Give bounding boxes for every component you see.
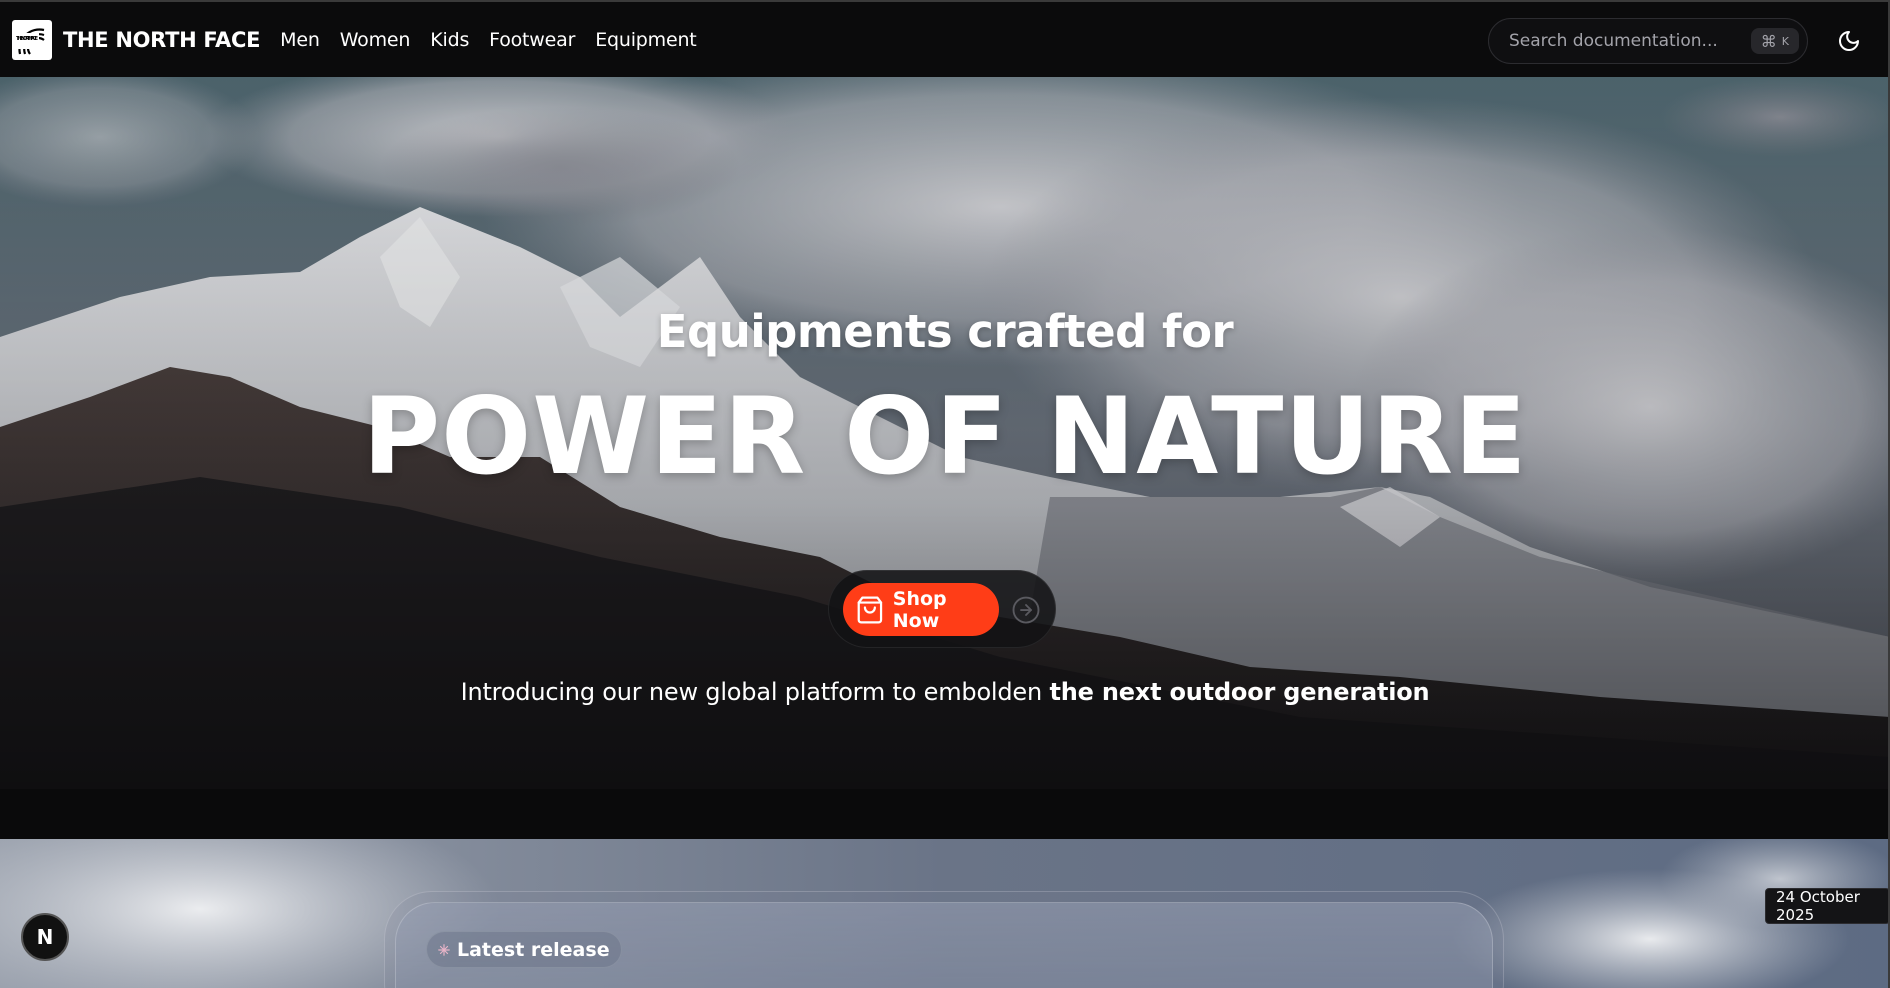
nav-link-men[interactable]: Men (280, 29, 320, 51)
arrow-right-circle-icon (1012, 596, 1040, 624)
next-badge-letter: N (36, 925, 54, 949)
brand-name: THE NORTH FACE (63, 27, 261, 52)
nav-link-kids[interactable]: Kids (430, 29, 469, 51)
tagline-text: Introducing our new global platform to e… (460, 678, 1050, 706)
nav-link-equipment[interactable]: Equipment (595, 29, 697, 51)
hero-subtitle: Equipments crafted for (656, 305, 1234, 358)
tagline-emphasis: the next outdoor generation (1049, 678, 1430, 706)
cta-group: Shop Now (828, 570, 1056, 648)
theme-toggle-button[interactable] (1834, 26, 1864, 56)
shop-now-button[interactable]: Shop Now (843, 583, 999, 636)
shop-now-label: Shop Now (892, 587, 947, 632)
release-section: Latest release (0, 839, 1890, 988)
sparkle-icon (438, 943, 450, 956)
latest-release-badge[interactable]: Latest release (426, 931, 622, 968)
nav-link-women[interactable]: Women (340, 29, 411, 51)
command-key-icon: ⌘ (1760, 31, 1777, 51)
section-divider (0, 789, 1890, 839)
top-navbar: THE NORTH FACE THE NORTH FACE Men Women … (0, 0, 1890, 77)
hero-title: POWER OF NATURE (362, 375, 1528, 498)
hero-section: Equipments crafted for POWER OF NATURE S… (0, 77, 1890, 789)
logo-text: THE NORTH FACE (16, 36, 38, 42)
brand-home-link[interactable]: THE NORTH FACE THE NORTH FACE (12, 19, 261, 60)
latest-release-label: Latest release (457, 938, 610, 961)
cta-arrow-button[interactable] (1011, 595, 1041, 625)
date-tag: 24 October 2025 (1765, 888, 1890, 924)
search-input[interactable]: Search documentation... ⌘ K (1488, 18, 1808, 64)
keyboard-shortcut-hint: ⌘ K (1750, 28, 1799, 54)
moon-icon (1839, 31, 1859, 51)
north-face-logo: THE NORTH FACE (12, 19, 52, 60)
nav-link-footwear[interactable]: Footwear (489, 29, 575, 51)
main-nav: Men Women Kids Footwear Equipment (280, 29, 716, 51)
shopping-bag-icon (857, 595, 883, 624)
shortcut-key: K (1781, 34, 1789, 48)
search-placeholder: Search documentation... (1509, 31, 1718, 51)
hero-tagline: Introducing our new global platform to e… (0, 678, 1890, 706)
nextjs-dev-indicator-button[interactable]: N (21, 913, 69, 961)
